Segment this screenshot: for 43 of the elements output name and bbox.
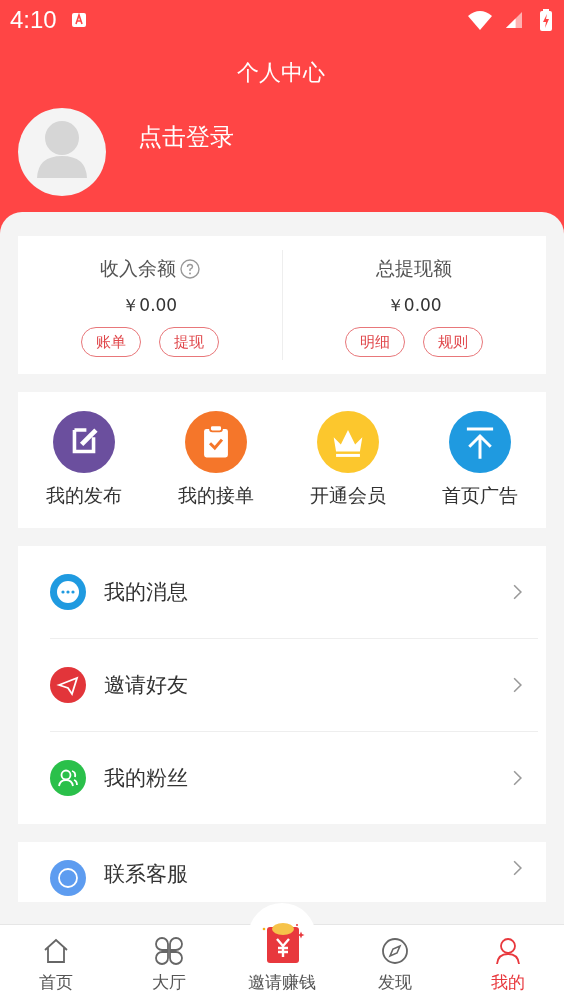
shortcut-item[interactable]: 我的接单 [150, 411, 282, 509]
balance-amount: ￥0.00 [122, 294, 178, 317]
person-icon [493, 937, 522, 965]
balance-amount: ￥0.00 [386, 294, 442, 317]
wifi-icon [468, 10, 492, 30]
action-button[interactable]: 提现 [158, 327, 219, 357]
chat-icon [50, 574, 86, 610]
shortcut-item[interactable]: 开通会员 [282, 411, 414, 509]
tab-item[interactable]: 首页 [0, 925, 113, 1004]
chevron-right-icon [513, 584, 522, 600]
chevron-right-icon [513, 677, 522, 693]
clipboard-icon [185, 411, 247, 473]
tab-item[interactable]: 发现 [338, 925, 452, 1004]
compass-icon [380, 937, 409, 965]
status-time: 4:10 [10, 6, 57, 34]
chevron-right-icon [513, 860, 522, 876]
help-icon[interactable] [179, 259, 200, 279]
edit-icon [53, 411, 115, 473]
menu-row[interactable]: 联系客服 [50, 842, 538, 902]
page-title: 个人中心 [236, 59, 326, 87]
tab-item[interactable]: 邀请赚钱 [225, 925, 339, 1004]
people-icon [50, 760, 86, 796]
balance-label: 总提现额 [376, 256, 453, 281]
menu-row[interactable]: 我的消息 [50, 546, 538, 638]
shortcut-item[interactable]: 我的发布 [18, 411, 150, 509]
upload-icon [449, 411, 511, 473]
keyboard-icon [70, 12, 87, 28]
battery-icon [540, 9, 552, 31]
action-button[interactable]: 规则 [423, 327, 484, 357]
grid-icon [155, 937, 184, 965]
tab-item[interactable]: 大厅 [112, 925, 226, 1004]
shortcut-item[interactable]: 首页广告 [414, 411, 546, 509]
menu-row[interactable]: 我的粉丝 [50, 731, 538, 824]
tab-item[interactable]: 我的 [451, 925, 564, 1004]
balance-label: 收入余额 [99, 256, 176, 281]
chevron-right-icon [513, 770, 522, 786]
signal-icon [506, 12, 522, 28]
action-button[interactable]: 明细 [345, 327, 406, 357]
crown-icon [317, 411, 379, 473]
menu-row[interactable]: 邀请好友 [50, 638, 538, 731]
action-button[interactable]: 账单 [80, 327, 141, 357]
avatar-icon[interactable] [18, 108, 106, 196]
paper-plane-icon [50, 667, 86, 703]
